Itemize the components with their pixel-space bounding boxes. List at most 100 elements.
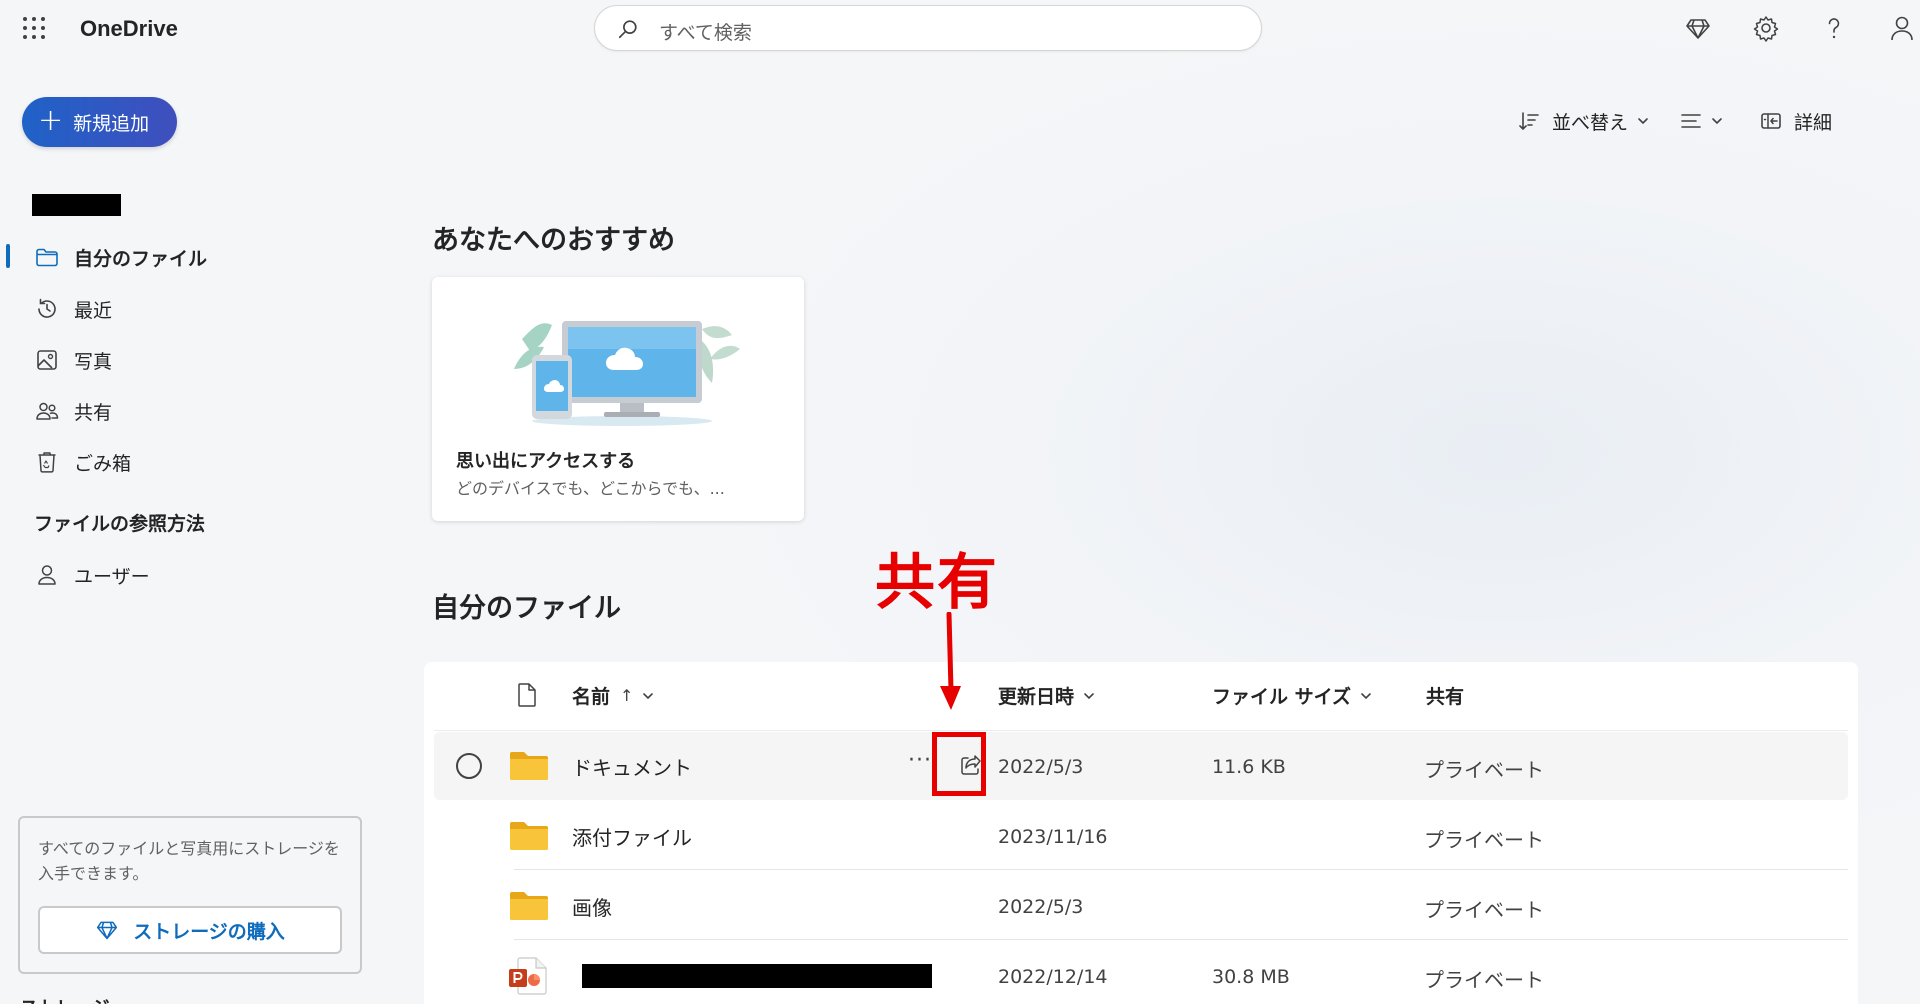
table-row[interactable]: 添付ファイル 2023/11/16 プライベート [434,802,1848,870]
chevron-down-icon [643,692,654,699]
active-indicator [6,244,10,268]
column-modified-label: 更新日時 [998,686,1075,708]
sidebar-item-label: 写真 [74,351,113,373]
storage-label-cut-off: ストレージ [20,994,110,1004]
row-divider [514,869,1848,870]
new-add-button[interactable]: + 新規追加 [22,97,177,147]
table-row[interactable]: 2022/12/14 30.8 MB プライベート [434,942,1848,1004]
help-icon[interactable] [1820,14,1848,42]
person-icon [38,565,56,585]
sidebar-item-recent[interactable]: 最近 [0,284,360,332]
app-launcher-icon[interactable] [20,14,48,42]
folder-icon [510,822,548,850]
sidebar-item-photos[interactable]: 写真 [0,335,360,383]
column-header-size[interactable]: ファイル サイズ [1212,682,1373,709]
details-pane-button[interactable]: 詳細 [1760,106,1832,136]
file-name[interactable]: 画像 [572,892,612,921]
file-sharing-status: プライベート [1424,898,1544,922]
chevron-down-icon [1712,118,1722,125]
sidebar-item-label: ユーザー [74,566,150,588]
file-modified: 2022/12/14 [998,966,1108,988]
history-icon [38,298,56,318]
folder-icon [510,752,548,780]
row-divider [514,939,1848,940]
row-select-radio[interactable] [456,753,482,779]
sort-label: 並べ替え [1552,111,1629,134]
recommended-card[interactable]: 思い出にアクセスする どのデバイスでも、どこからでも、... [432,277,804,521]
search-placeholder: すべて検索 [659,22,752,44]
sidebar-item-label: 共有 [74,402,113,424]
file-size: 11.6 KB [1212,756,1286,778]
column-name-label: 名前 [572,686,611,708]
powerpoint-file-icon [509,957,547,995]
storage-promo-text: すべてのファイルと写真用にストレージを入手できます。 [38,839,340,883]
chevron-down-icon [1084,692,1094,699]
file-type-header-icon[interactable] [516,682,538,708]
annotation-label: 共有 [875,548,999,618]
column-sharing-label: 共有 [1426,686,1465,708]
sort-button[interactable]: 並べ替え [1518,106,1650,136]
column-header-modified[interactable]: 更新日時 [998,682,1096,709]
sidebar-item-label: 最近 [74,300,113,322]
list-view-icon [1681,114,1701,128]
recommended-heading: あなたへのおすすめ [432,225,675,256]
search-box[interactable]: すべて検索 [594,5,1262,51]
sidebar-item-label: ごみ箱 [74,453,132,475]
annotation-highlight-box [932,732,986,796]
file-modified: 2022/5/3 [998,756,1084,778]
people-icon [36,402,59,420]
buy-storage-label: ストレージの購入 [133,920,285,943]
sidebar-item-label: 自分のファイル [74,248,208,270]
card-subtitle: どのデバイスでも、どこからでも、... [456,479,725,498]
sidebar-item-users[interactable]: ユーザー [0,550,360,598]
sort-icon [1519,112,1539,131]
browse-files-heading: ファイルの参照方法 [34,513,206,535]
account-person-icon[interactable] [1888,14,1916,42]
file-sharing-status: プライベート [1424,968,1544,992]
sort-ascending-icon: ↑ [620,686,634,705]
folder-icon [510,892,548,920]
buy-storage-button[interactable]: ストレージの購入 [38,906,342,954]
chevron-down-icon [1361,692,1371,699]
redacted-file-name [582,964,932,988]
file-list: 名前 ↑ 更新日時 ファイル サイズ 共有 ドキュメント ··· 2022/5/… [424,662,1858,1004]
folder-icon [36,248,58,267]
view-options-button[interactable] [1680,106,1724,136]
diamond-icon [97,921,118,940]
header-divider [434,730,1848,731]
new-add-label: 新規追加 [73,112,150,135]
my-files-heading: 自分のファイル [432,593,621,624]
table-row[interactable]: ドキュメント ··· 2022/5/3 11.6 KB プライベート [434,732,1848,800]
chevron-down-icon [1638,118,1648,125]
sidebar-item-recycle-bin[interactable]: ごみ箱 [0,437,360,485]
file-modified: 2022/5/3 [998,896,1084,918]
file-size: 30.8 MB [1212,966,1290,988]
card-title: 思い出にアクセスする [456,451,636,472]
column-header-name[interactable]: 名前 ↑ [572,682,655,709]
table-row[interactable]: 画像 2022/5/3 プライベート [434,872,1848,940]
search-icon [618,20,637,39]
recycle-bin-icon [38,452,56,473]
devices-illustration [514,321,740,426]
column-header-sharing[interactable]: 共有 [1426,682,1464,709]
file-modified: 2023/11/16 [998,826,1108,848]
top-bar: OneDrive すべて検索 [0,0,1920,56]
details-pane-icon [1761,113,1781,129]
photo-icon [37,350,57,370]
redacted-user-name [32,194,121,216]
premium-diamond-icon[interactable] [1684,14,1712,42]
details-label: 詳細 [1794,111,1833,134]
settings-gear-icon[interactable] [1752,14,1780,42]
sidebar-item-shared[interactable]: 共有 [0,386,360,434]
plus-icon: + [38,102,64,138]
file-name[interactable]: 添付ファイル [572,822,692,851]
sidebar-item-my-files[interactable]: 自分のファイル [0,232,360,280]
file-name[interactable]: ドキュメント [572,752,692,781]
file-sharing-status: プライベート [1424,828,1544,852]
more-actions-icon[interactable]: ··· [908,748,932,773]
file-sharing-status: プライベート [1424,758,1544,782]
annotation-arrow [940,612,961,710]
app-title[interactable]: OneDrive [80,16,178,42]
column-size-label: ファイル サイズ [1212,686,1352,708]
storage-promo: すべてのファイルと写真用にストレージを入手できます。 ストレージの購入 [18,816,362,974]
